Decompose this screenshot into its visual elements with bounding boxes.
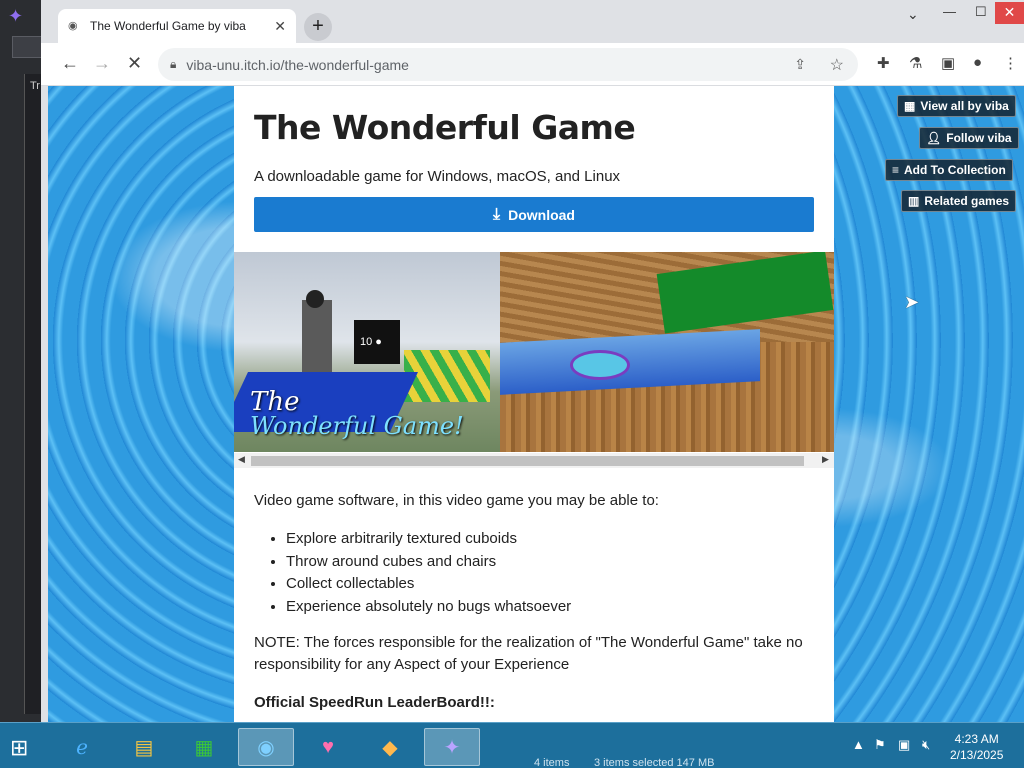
maximize-button[interactable]: ☐ [975, 4, 987, 20]
action-center-flag-icon[interactable]: ⚑ [874, 737, 886, 753]
volume-muted-icon[interactable]: 🔇︎ [922, 737, 930, 753]
file-explorer-icon[interactable]: ▤ [116, 728, 172, 766]
playlist-add-icon: ≡ [892, 163, 900, 177]
leaderboard-heading: Official SpeedRun LeaderBoard!!: [254, 694, 495, 711]
explorer-items-count: 4 items [534, 757, 570, 768]
mouse-cursor-icon: ➤ [904, 292, 920, 312]
web-page-viewport[interactable]: The Wonderful Game A downloadable game f… [48, 86, 1024, 722]
related-label: Related games [924, 194, 1010, 208]
colorful-app-icon[interactable]: ◆ [362, 728, 418, 766]
heart-app-icon[interactable]: ♥ [300, 728, 356, 766]
follow-button[interactable]: 👤︎ Follow viba [919, 127, 1019, 149]
screenshot-caption: The Wonderful Game! [250, 387, 464, 440]
game-title: The Wonderful Game [254, 108, 636, 147]
scroll-right-arrow-icon[interactable]: ▶ [822, 454, 829, 465]
scrollbar-thumb[interactable] [251, 456, 804, 466]
related-games-button[interactable]: ▥ Related games [901, 190, 1017, 212]
side-panel-icon[interactable]: ▣ [941, 54, 955, 72]
counter-cube: 10 ● [354, 320, 400, 364]
feature-list: Explore arbitrarily textured cuboids Thr… [286, 528, 814, 618]
store-app-icon[interactable]: ▦ [176, 728, 232, 766]
add-user-icon: 👤︎ [926, 131, 942, 145]
store-icon: ▦ [904, 99, 916, 113]
new-tab-button[interactable]: + [304, 13, 332, 41]
caption-line-1: The [250, 387, 300, 417]
profile-avatar-icon[interactable]: ● [973, 54, 982, 71]
list-item: Throw around cubes and chairs [286, 551, 814, 574]
browser-tab-title: The Wonderful Game by viba [90, 19, 246, 33]
list-item: Experience absolutely no bugs whatsoever [286, 596, 814, 619]
tab-close-icon[interactable]: ✕ [274, 18, 286, 35]
disclaimer-note: NOTE: The forces responsible for the rea… [254, 634, 803, 673]
game-description: Video game software, in this video game … [254, 490, 814, 714]
windows-taskbar: ⊞ ℯ ▤ ▦ ◉ ♥ ◆ ✦ 4 items 3 items selected… [0, 722, 1024, 768]
ring-shape [570, 350, 630, 380]
download-icon: ⤓ [493, 205, 501, 223]
close-window-button[interactable]: ✕ [995, 2, 1024, 24]
description-intro: Video game software, in this video game … [254, 492, 659, 509]
share-icon[interactable]: ⇪ [794, 56, 806, 73]
cube-label: 10 [360, 336, 373, 348]
screenshot-scrollbar[interactable]: ◀ ▶ [234, 453, 834, 468]
network-icon[interactable]: ▣ [898, 737, 910, 753]
internet-explorer-icon[interactable]: ℯ [54, 728, 110, 766]
browser-tab-active[interactable]: ◉ The Wonderful Game by viba ✕ [58, 9, 296, 43]
map-icon: ▥ [908, 194, 920, 208]
minimize-button[interactable]: — [943, 4, 956, 19]
browser-taskbar-icon[interactable]: ◉ [238, 728, 294, 766]
stop-loading-icon[interactable]: ✕ [127, 53, 142, 74]
caption-line-2: Wonderful Game! [250, 412, 464, 440]
list-item: Explore arbitrarily textured cuboids [286, 528, 814, 551]
browser-titlebar: ◉ The Wonderful Game by viba ✕ + ⌄ — ☐ ✕ [41, 0, 1024, 43]
bookmark-star-icon[interactable]: ☆ [830, 55, 844, 75]
screenshot-carousel[interactable]: 10 ● The Wonderful Game! [234, 252, 834, 452]
tab-search-icon[interactable]: ⌄ [907, 6, 919, 23]
download-button[interactable]: ⤓ Download [254, 197, 814, 232]
download-button-label: Download [508, 206, 575, 223]
itchio-favicon-icon: ◉ [68, 20, 78, 32]
address-bar[interactable]: 🔒︎ viba-unu.itch.io/the-wonderful-game ⇪… [158, 48, 858, 81]
add-collection-label: Add To Collection [904, 163, 1006, 177]
view-all-label: View all by viba [920, 99, 1009, 113]
game-page-content: The Wonderful Game A downloadable game f… [234, 86, 834, 722]
show-hidden-icons-icon[interactable]: ▲ [852, 737, 865, 752]
screenshot-2[interactable] [500, 252, 834, 452]
screenshot-1[interactable]: 10 ● The Wonderful Game! [234, 252, 500, 452]
ball-shape [306, 290, 324, 308]
game-subtitle: A downloadable game for Windows, macOS, … [254, 168, 621, 185]
lab-flask-icon[interactable]: ⚗ [909, 54, 922, 72]
list-item: Collect collectables [286, 573, 814, 596]
background-app-tab[interactable] [12, 36, 42, 58]
scroll-left-arrow-icon[interactable]: ◀ [238, 454, 245, 465]
bird-app-icon[interactable]: ✦ [424, 728, 480, 766]
back-arrow-icon[interactable]: ← [61, 53, 79, 74]
extensions-puzzle-icon[interactable]: ✚ [877, 54, 890, 72]
follow-label: Follow viba [946, 131, 1012, 145]
url-text[interactable]: viba-unu.itch.io/the-wonderful-game [186, 57, 409, 73]
windows-start-icon[interactable]: ⊞ [10, 735, 28, 761]
browser-window: ◉ The Wonderful Game by viba ✕ + ⌄ — ☐ ✕… [41, 0, 1024, 722]
app-logo-icon: ✦ [8, 6, 24, 26]
add-to-collection-button[interactable]: ≡ Add To Collection [885, 159, 1013, 181]
explorer-selection-status: 3 items selected 147 MB [594, 757, 715, 768]
view-all-button[interactable]: ▦ View all by viba [897, 95, 1016, 117]
lock-icon[interactable]: 🔒︎ [170, 57, 176, 72]
background-app-panel-label: Tr [30, 80, 40, 92]
system-clock[interactable]: 4:23 AM 2/13/2025 [950, 731, 1003, 763]
browser-toolbar: ← → ✕ 🔒︎ viba-unu.itch.io/the-wonderful-… [41, 43, 1024, 86]
clock-date: 2/13/2025 [950, 748, 1004, 762]
forward-arrow-icon[interactable]: → [93, 53, 111, 74]
clock-time: 4:23 AM [954, 732, 999, 746]
menu-kebab-icon[interactable]: ⋮ [1003, 54, 1018, 72]
